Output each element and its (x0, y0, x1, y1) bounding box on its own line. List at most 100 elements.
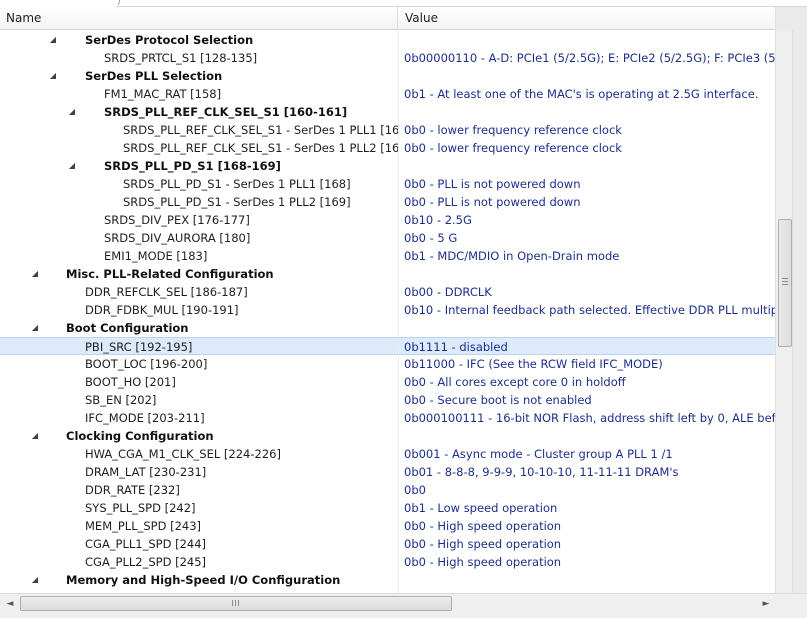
row-name: PBI_SRC [192-195] (85, 340, 193, 354)
tree-group-row[interactable]: ◢ SerDes Protocol Selection (0, 31, 775, 49)
tree-field-row[interactable]: HWA_CGA_M1_CLK_SEL [224-226] 0b001 - Asyn… (0, 445, 775, 463)
row-name: Boot Configuration (66, 321, 189, 335)
horizontal-scrollbar[interactable]: ◄ ► (0, 593, 807, 618)
tree-group-row[interactable]: ◢ Misc. PLL-Related Configuration (0, 265, 775, 283)
tree-group-row[interactable]: ◢ Boot Configuration (0, 319, 775, 337)
row-value[interactable]: 0b1 - At least one of the MAC's is opera… (399, 85, 775, 103)
tree-field-row[interactable]: SRDS_PLL_REF_CLK_SEL_S1 - SerDes 1 PLL1 … (0, 121, 775, 139)
tree-field-row[interactable]: SRDS_PRTCL_S1 [128-135] 0b00000110 - A-D:… (0, 49, 775, 67)
row-value[interactable]: 0b000100111 - 16-bit NOR Flash, address … (399, 409, 775, 427)
row-name: SerDes Protocol Selection (85, 33, 254, 47)
row-value[interactable]: 0b1 - MDC/MDIO in Open-Drain mode (399, 247, 775, 265)
tree-field-row[interactable]: DRAM_LAT [230-231] 0b01 - 8-8-8, 9-9-9, 1… (0, 463, 775, 481)
tree-field-row[interactable]: SRDS_DIV_AURORA [180] 0b0 - 5 G (0, 229, 775, 247)
tree-field-row[interactable]: DDR_REFCLK_SEL [186-187] 0b00 - DDRCLK (0, 283, 775, 301)
row-value[interactable]: 0b001 - Async mode - Cluster group A PLL… (399, 445, 775, 463)
vertical-scroll-thumb[interactable] (778, 219, 792, 347)
row-name: SRDS_PLL_REF_CLK_SEL_S1 - SerDes 1 PLL1 … (123, 123, 398, 137)
row-name: MEM_PLL_SPD [243] (85, 519, 202, 533)
tree-field-row[interactable]: SRDS_PLL_PD_S1 - SerDes 1 PLL1 [168] 0b0 … (0, 175, 775, 193)
row-name: CGA_PLL1_SPD [244] (85, 537, 207, 551)
expand-collapse-icon[interactable]: ◢ (48, 31, 58, 49)
grip-line (782, 281, 788, 282)
tree-field-row[interactable]: MEM_PLL_SPD [243] 0b0 - High speed operat… (0, 517, 775, 535)
tree-group-row[interactable]: ◢ Clocking Configuration (0, 427, 775, 445)
row-value[interactable]: 0b0 - PLL is not powered down (399, 175, 775, 193)
row-value[interactable]: 0b0 - High speed operation (399, 535, 775, 553)
tree-field-row[interactable]: FM1_MAC_RAT [158] 0b1 - At least one of t… (0, 85, 775, 103)
row-value[interactable]: 0b00000110 - A-D: PCIe1 (5/2.5G); E: PCI… (399, 49, 775, 67)
row-name: SB_EN [202] (85, 393, 157, 407)
tree-field-row[interactable]: CGA_PLL2_SPD [245] 0b0 - High speed opera… (0, 553, 775, 571)
tree-group-row[interactable]: ◢ SRDS_PLL_REF_CLK_SEL_S1 [160-161] (0, 103, 775, 121)
vertical-scrollbar[interactable]: ▼ (775, 7, 807, 610)
row-value[interactable]: 0b0 - Secure boot is not enabled (399, 391, 775, 409)
row-value (399, 67, 775, 85)
row-name: BOOT_HO [201] (85, 375, 176, 389)
tree-field-row[interactable]: IFC_MODE [203-211] 0b000100111 - 16-bit N… (0, 409, 775, 427)
tree-field-row[interactable]: PBI_SRC [192-195] 0b1111 - disabled (0, 337, 775, 356)
tree-field-row[interactable]: DDR_RATE [232] 0b0 (0, 481, 775, 499)
row-value[interactable]: 0b10 - Internal feedback path selected. … (399, 301, 775, 319)
tree-field-row[interactable]: EMI1_MODE [183] 0b1 - MDC/MDIO in Open-Dr… (0, 247, 775, 265)
row-value[interactable]: 0b01 - 8-8-8, 9-9-9, 10-10-10, 11-11-11 … (399, 463, 775, 481)
row-value (399, 157, 775, 175)
grip-line (232, 600, 233, 606)
expand-collapse-icon[interactable]: ◢ (30, 571, 40, 589)
tree-field-row[interactable]: SRDS_DIV_PEX [176-177] 0b10 - 2.5G (0, 211, 775, 229)
expand-collapse-icon[interactable]: ◢ (30, 319, 40, 337)
row-value[interactable]: 0b1111 - disabled (399, 338, 775, 356)
tree-group-row[interactable]: ◢ SerDes PLL Selection (0, 67, 775, 85)
row-name: FM1_MAC_RAT [158] (104, 87, 222, 101)
row-value[interactable]: 0b0 - lower frequency reference clock (399, 121, 775, 139)
row-value[interactable]: 0b11000 - IFC (See the RCW field IFC_MOD… (399, 355, 775, 373)
tree-group-row[interactable]: ◢ Memory and High-Speed I/O Configuration (0, 571, 775, 589)
row-name: BOOT_LOC [196-200] (85, 357, 208, 371)
row-value[interactable]: 0b0 - lower frequency reference clock (399, 139, 775, 157)
row-name: SRDS_PLL_PD_S1 - SerDes 1 PLL1 [168] (123, 177, 351, 191)
expand-collapse-icon[interactable]: ◢ (48, 67, 58, 85)
tree-field-row[interactable]: SB_EN [202] 0b0 - Secure boot is not enab… (0, 391, 775, 409)
row-name: SRDS_PRTCL_S1 [128-135] (104, 51, 258, 65)
row-name: Clocking Configuration (66, 429, 214, 443)
row-name: Misc. PLL-Related Configuration (66, 267, 274, 281)
active-tab-edge[interactable] (0, 0, 120, 7)
horizontal-scroll-thumb[interactable] (20, 596, 452, 611)
row-value (399, 265, 775, 283)
row-value[interactable]: 0b0 - 5 G (399, 229, 775, 247)
tree-field-row[interactable]: SYS_PLL_SPD [242] 0b1 - Low speed operati… (0, 499, 775, 517)
row-value[interactable]: 0b0 - PLL is not powered down (399, 193, 775, 211)
row-name: Memory and High-Speed I/O Configuration (66, 573, 341, 587)
tree-field-row[interactable]: CGA_PLL1_SPD [244] 0b0 - High speed opera… (0, 535, 775, 553)
row-value[interactable]: 0b1 - Low speed operation (399, 499, 775, 517)
row-name: SRDS_PLL_PD_S1 - SerDes 1 PLL2 [169] (123, 195, 351, 209)
tree-field-row[interactable]: BOOT_HO [201] 0b0 - All cores except core… (0, 373, 775, 391)
row-value[interactable]: 0b0 - High speed operation (399, 553, 775, 571)
vertical-scroll-track[interactable]: ▼ (776, 30, 793, 610)
expand-collapse-icon[interactable]: ◢ (67, 103, 77, 121)
row-value[interactable]: 0b00 - DDRCLK (399, 283, 775, 301)
row-value[interactable]: 0b0 - High speed operation (399, 517, 775, 535)
tree-field-row[interactable]: SRDS_PLL_REF_CLK_SEL_S1 - SerDes 1 PLL2 … (0, 139, 775, 157)
rcw-tree-table[interactable]: ◢ SerDes Protocol Selection SRDS_PRTCL_S1 … (0, 31, 775, 593)
grip-line (782, 284, 788, 285)
scroll-right-icon[interactable]: ► (760, 597, 772, 611)
row-value[interactable]: 0b0 (399, 481, 775, 499)
tree-group-row[interactable]: ◢ SRDS_PLL_PD_S1 [168-169] (0, 157, 775, 175)
value-column-header[interactable]: Value (399, 7, 775, 30)
grip-line (782, 278, 788, 279)
tree-field-row[interactable]: DDR_FDBK_MUL [190-191] 0b10 - Internal fe… (0, 301, 775, 319)
expand-collapse-icon[interactable]: ◢ (67, 157, 77, 175)
tree-field-row[interactable]: BOOT_LOC [196-200] 0b11000 - IFC (See the… (0, 355, 775, 373)
row-name: CGA_PLL2_SPD [245] (85, 555, 207, 569)
row-value[interactable]: 0b0 - All cores except core 0 in holdoff (399, 373, 775, 391)
expand-collapse-icon[interactable]: ◢ (30, 265, 40, 283)
row-value (399, 427, 775, 445)
scroll-left-icon[interactable]: ◄ (4, 597, 16, 611)
row-value (399, 103, 775, 121)
expand-collapse-icon[interactable]: ◢ (30, 427, 40, 445)
tree-field-row[interactable]: SRDS_PLL_PD_S1 - SerDes 1 PLL2 [169] 0b0 … (0, 193, 775, 211)
name-column-header[interactable]: Name (0, 7, 398, 30)
row-value[interactable]: 0b10 - 2.5G (399, 211, 775, 229)
row-value (399, 31, 775, 49)
